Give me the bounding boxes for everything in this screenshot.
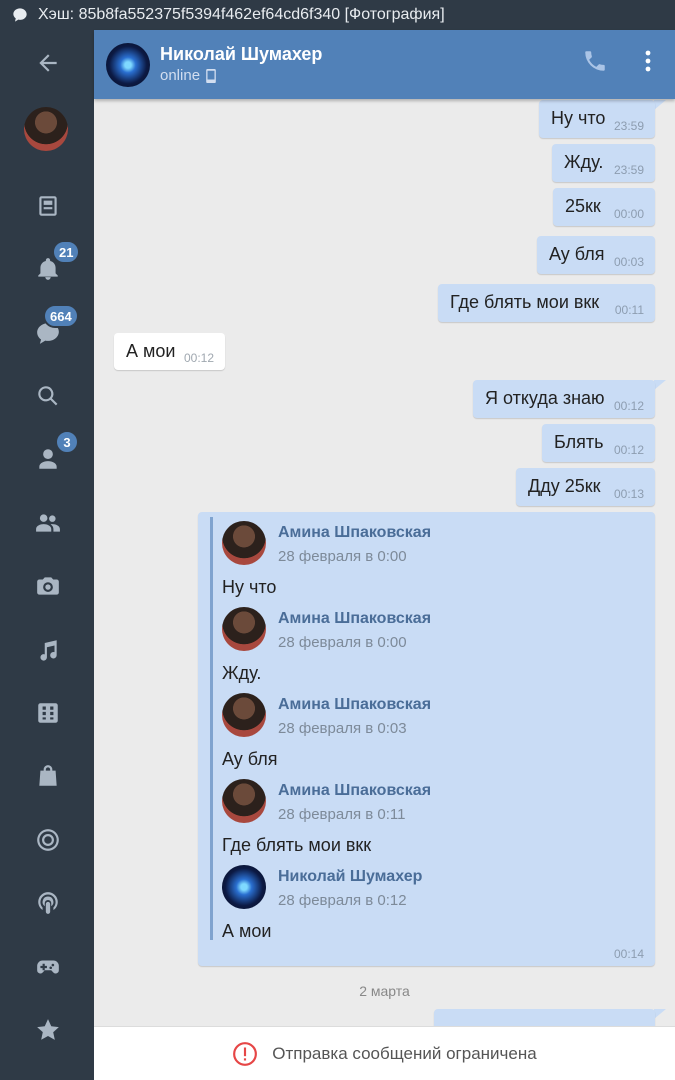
notifications-badge: 21 [52,240,81,264]
avatar[interactable] [222,521,266,565]
forwarded-text: Жду. [222,663,262,683]
sidebar-item-groups[interactable] [33,508,63,538]
forwarded-text: Ау бля [222,749,278,769]
messages-badge: 664 [43,304,79,328]
sidebar-item-games[interactable] [33,952,63,982]
forwarded-text: Ну что [222,577,277,597]
forwarded-author[interactable]: Амина Шпаковская [278,696,431,714]
podcast-icon [38,892,58,914]
more-options-icon[interactable] [635,46,661,76]
forwarded-author[interactable]: Амина Шпаковская [278,610,431,628]
avatar[interactable] [222,779,266,823]
message-list[interactable]: Ну что 23:59 Жду. 23:59 25кк 00:00 Ау бл… [94,99,675,1026]
online-status: online [160,67,217,84]
message-bubble[interactable]: Я откуда знаю 00:12 [473,380,655,418]
avatar[interactable] [24,107,68,151]
message-bubble[interactable]: Дду 25кк 00:13 [516,468,655,506]
message-text: 25кк [565,196,601,216]
message-time: 00:12 [183,351,214,365]
newsfeed-icon [39,196,57,216]
message-time: 00:00 [613,207,644,221]
message-text: А мои [126,341,176,361]
search-icon [38,386,58,406]
avatar[interactable] [222,865,266,909]
chat-bubble-icon [13,8,27,22]
friends-badge: 3 [55,430,79,454]
star-icon [37,1019,59,1040]
message-time: 23:59 [613,119,644,133]
sidebar-item-news[interactable] [33,191,63,221]
mobile-phone-icon [206,68,216,83]
message-text: Где блять мои вкк [450,292,600,312]
send-restricted-bar: Отправка сообщений ограничена [94,1026,675,1080]
message-time: 00:12 [613,399,644,413]
forwarded-date: 28 февраля в 0:11 [278,806,406,823]
message-text: Я откуда знаю [485,388,605,408]
message-text: Дду 25кк [528,476,601,496]
forwarded-author[interactable]: Амина Шпаковская [278,782,431,800]
message-bubble[interactable]: Ну что 23:59 [539,100,655,138]
notification-text: Хэш: 85b8fa552375f5394f462ef64cd6f340 [Ф… [38,6,445,23]
forwarded-quote-line [210,517,213,940]
sidebar-item-photos[interactable] [33,571,63,601]
camera-icon [37,577,59,595]
phone-call-icon[interactable] [582,48,608,74]
avatar[interactable] [222,693,266,737]
sidebar: 21 664 3 [0,30,94,1080]
sidebar-item-market[interactable] [33,761,63,791]
sidebar-item-search[interactable] [33,381,63,411]
send-restricted-text: Отправка сообщений ограничена [272,1043,537,1063]
message-bubble[interactable]: 25кк 00:00 [553,188,655,226]
message-text: Ау бля [549,244,605,264]
forwarded-date: 28 февраля в 0:12 [278,892,407,909]
message-bubble[interactable]: Где блять мои вкк 00:11 [438,284,655,322]
arrow-left-icon [39,54,57,72]
message-time: 23:59 [613,163,644,177]
date-separator: 2 марта [359,983,410,999]
bubble-tail [654,100,666,110]
back-button[interactable] [33,48,63,78]
message-time: 00:11 [614,303,644,317]
message-time: 00:14 [613,947,644,961]
sidebar-item-music[interactable] [33,635,63,665]
message-bubble[interactable]: Блять 00:12 [542,424,655,462]
chat-header: Николай Шумахер online [94,30,675,99]
sidebar-item-target[interactable] [33,825,63,855]
sidebar-item-apps[interactable] [33,698,63,728]
sidebar-item-favorites[interactable] [33,1015,63,1045]
forwarded-author[interactable]: Николай Шумахер [278,868,422,886]
bubble-tail [654,1009,666,1019]
page-title[interactable]: Николай Шумахер [160,44,322,65]
target-icon [37,829,59,851]
alert-circle-icon [233,1041,258,1066]
forwarded-date: 28 февраля в 0:03 [278,720,407,737]
bubble-tail [654,380,666,390]
online-status-text: online [160,67,201,84]
forwarded-date: 28 февраля в 0:00 [278,548,407,565]
gamepad-icon [37,960,59,974]
forwarded-text: Где блять мои вкк [222,835,372,855]
avatar[interactable] [106,43,150,87]
message-time: 00:12 [613,443,644,457]
message-time: 00:13 [613,487,644,501]
forwarded-date: 28 февраля в 0:00 [278,634,407,651]
sidebar-item-podcasts[interactable] [33,888,63,918]
forwarded-author[interactable]: Амина Шпаковская [278,524,431,542]
message-time: 00:03 [613,255,644,269]
message-bubble[interactable] [434,1009,655,1026]
shopping-bag-icon [39,765,57,786]
message-text: Блять [554,432,604,452]
forwarded-text: А мои [222,921,272,941]
message-bubble[interactable]: Ау бля 00:03 [537,236,655,274]
grid-icon [38,703,58,723]
people-icon [36,514,60,532]
music-note-icon [40,640,57,661]
message-bubble[interactable]: Жду. 23:59 [552,144,655,182]
message-text: Ну что [551,108,606,128]
message-bubble[interactable]: А мои 00:12 [114,333,225,370]
status-bar: Хэш: 85b8fa552375f5394f462ef64cd6f340 [Ф… [0,0,675,30]
message-text: Жду. [564,152,604,172]
avatar[interactable] [222,607,266,651]
